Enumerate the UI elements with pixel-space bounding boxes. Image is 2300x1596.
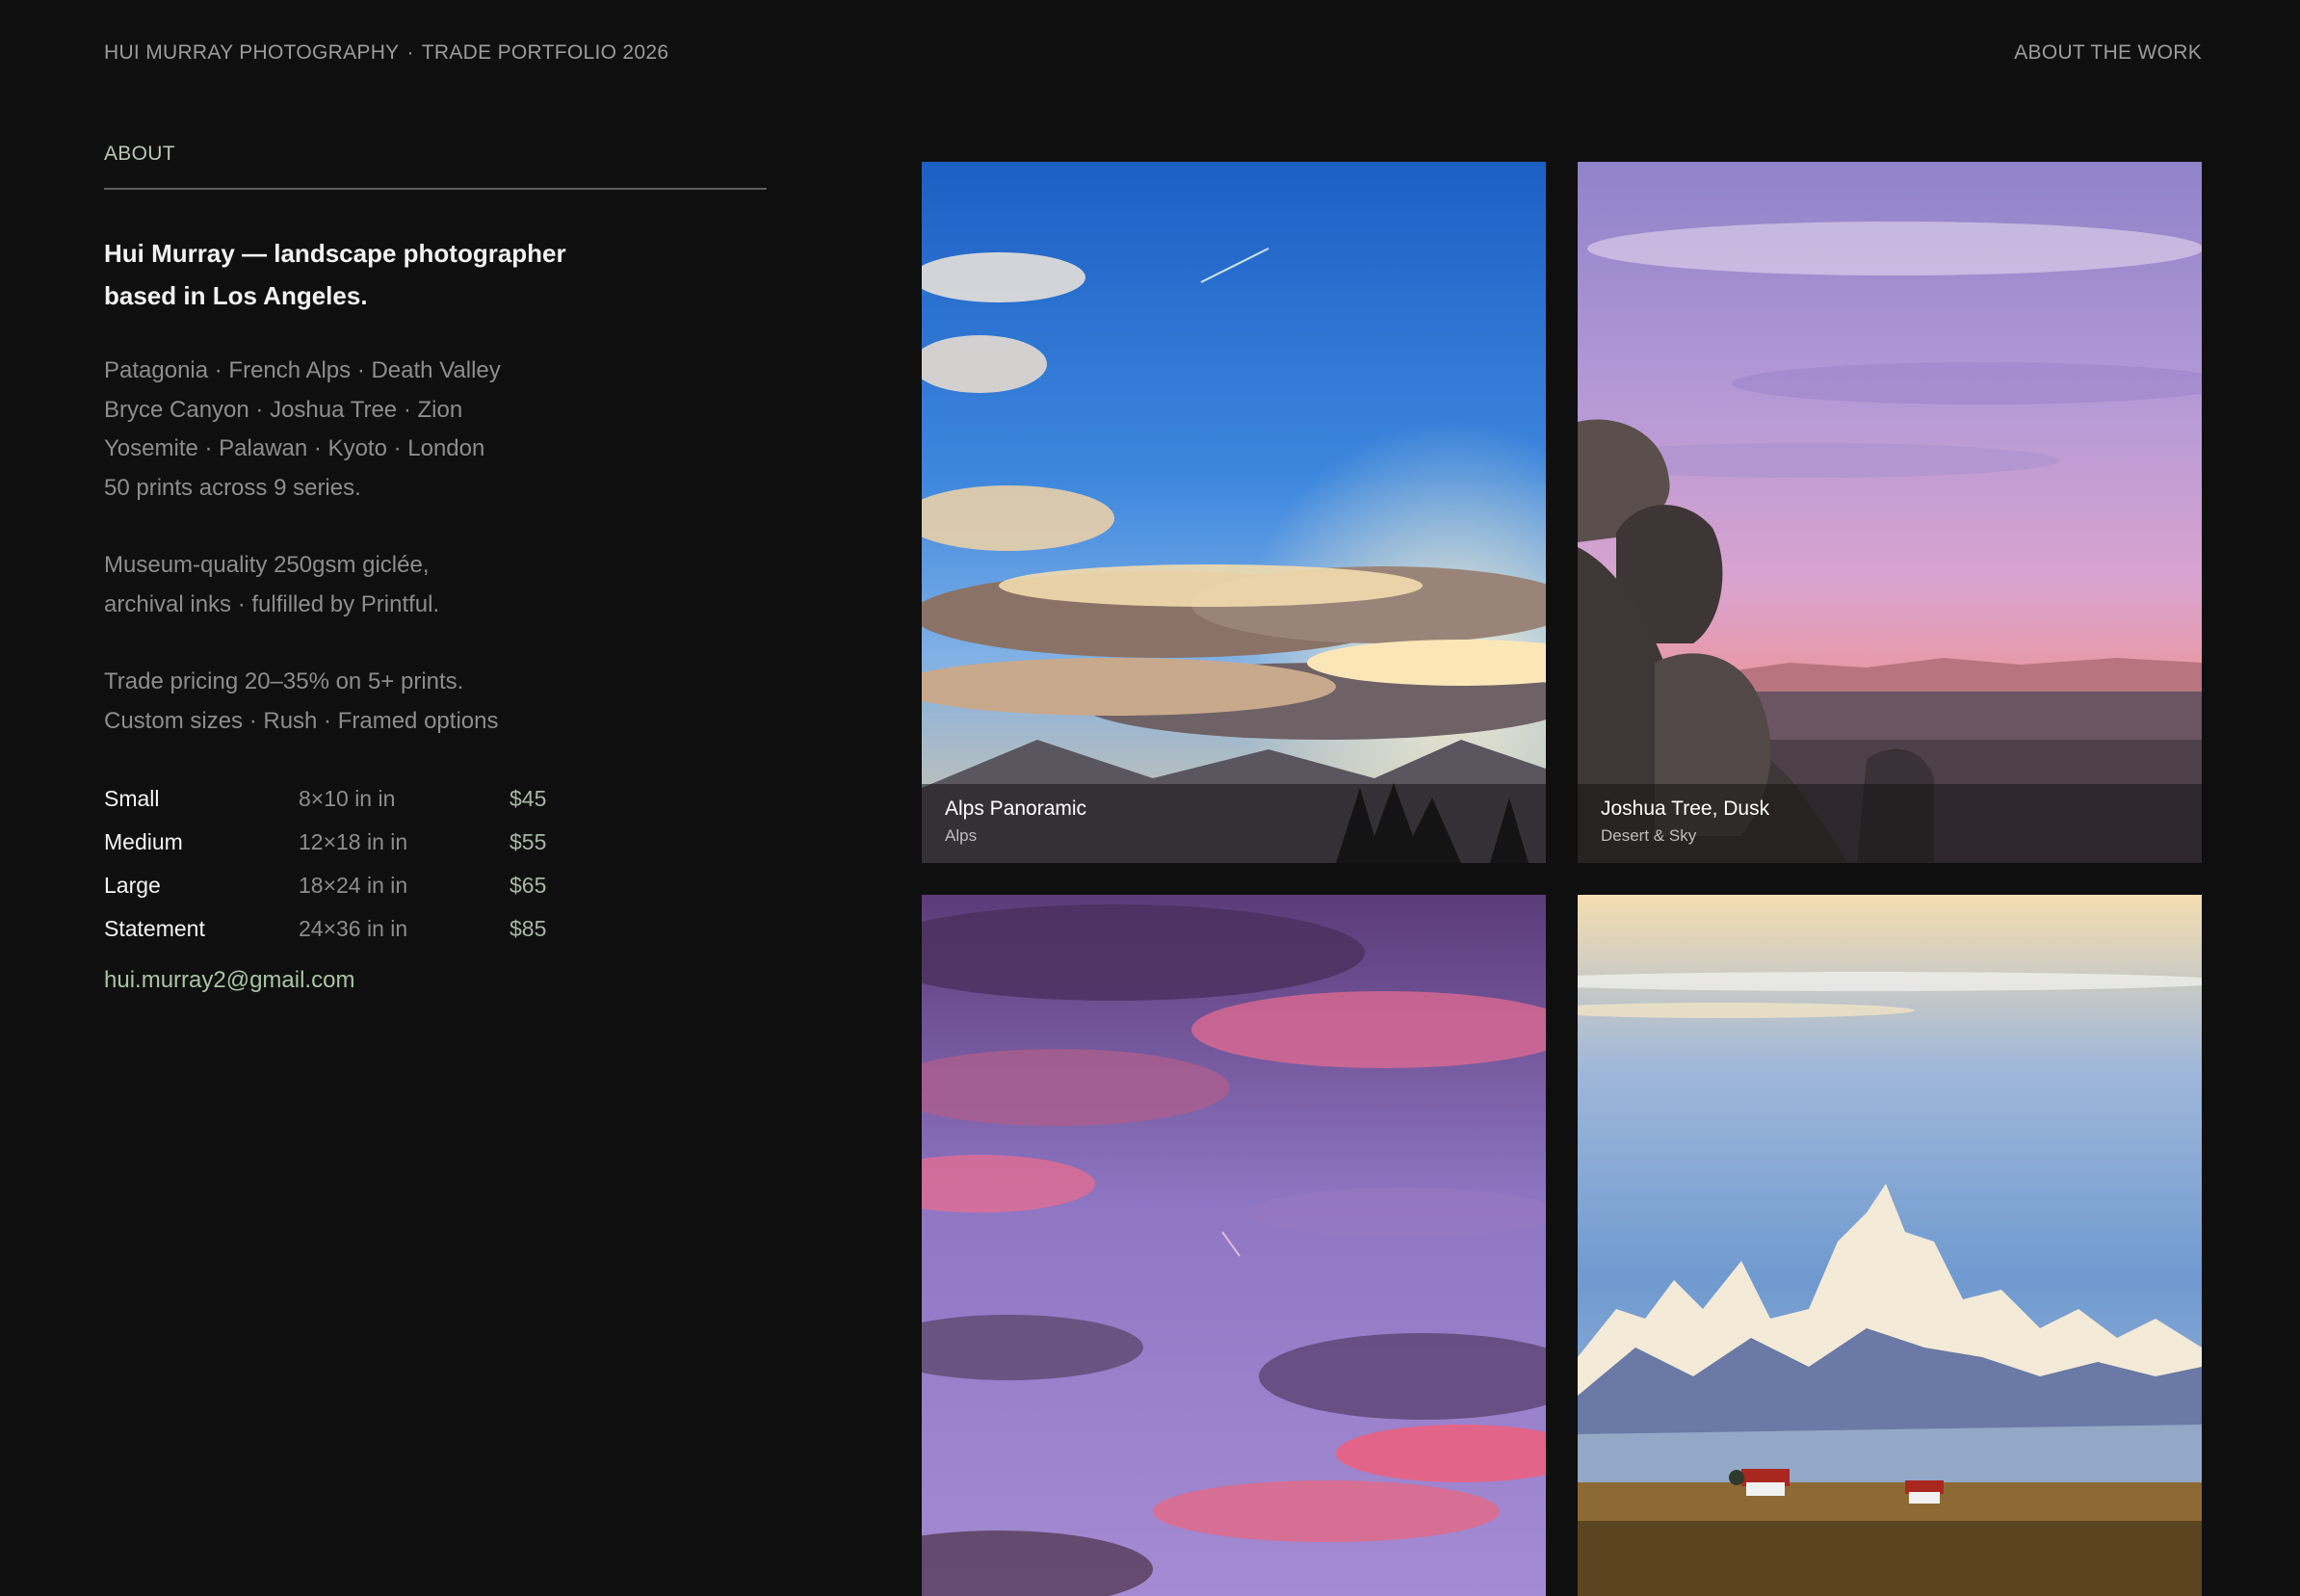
photo-series: Desert & Sky xyxy=(1601,826,1697,845)
location-line: Bryce Canyon · Joshua Tree · Zion xyxy=(104,396,463,423)
materials-text: Museum-quality 250gsm giclée, archival i… xyxy=(104,546,767,624)
email-link[interactable]: hui.murray2@gmail.com xyxy=(104,967,354,994)
gallery-tile-patagonia[interactable] xyxy=(1578,895,2202,1596)
about-label: ABOUT xyxy=(104,143,175,165)
brand-name[interactable]: HUI MURRAY PHOTOGRAPHY xyxy=(104,41,399,64)
bio-headline: Hui Murray — landscape photographer base… xyxy=(104,239,566,310)
print-dimensions: 8×10 in in xyxy=(299,786,396,811)
trade-line: Trade pricing 20–35% on 5+ prints. xyxy=(104,668,464,694)
photo-sunset-sky xyxy=(922,895,1546,1596)
about-sidebar: ABOUT Hui Murray — landscape photographe… xyxy=(104,143,767,994)
print-size-name: Small xyxy=(104,786,160,811)
location-line: 50 prints across 9 series. xyxy=(104,474,361,501)
photo-patagonia xyxy=(1578,895,2202,1596)
photo-caption: Joshua Tree, Dusk Desert & Sky xyxy=(1578,784,2202,863)
print-dimensions: 18×24 in in xyxy=(299,873,408,898)
site-header: HUI MURRAY PHOTOGRAPHY · TRADE PORTFOLIO 2… xyxy=(104,41,668,65)
header-separator: · xyxy=(406,41,414,64)
gallery-tile-sunset-sky[interactable] xyxy=(922,895,1546,1596)
price-row: Large 18×24 in in $65 xyxy=(104,864,767,907)
trade-text: Trade pricing 20–35% on 5+ prints. Custo… xyxy=(104,663,767,741)
photo-title: Joshua Tree, Dusk xyxy=(1601,798,1770,820)
portfolio-title: TRADE PORTFOLIO 2026 xyxy=(421,41,669,64)
trade-line: Custom sizes · Rush · Framed options xyxy=(104,707,499,734)
divider xyxy=(104,188,767,190)
photo-alps-panoramic xyxy=(922,162,1546,863)
photo-series: Alps xyxy=(945,826,978,845)
print-dimensions: 12×18 in in xyxy=(299,829,408,854)
print-price: $65 xyxy=(510,873,547,898)
location-line: Patagonia · French Alps · Death Valley xyxy=(104,357,501,383)
gallery-tile-joshua-tree-dusk[interactable]: Joshua Tree, Dusk Desert & Sky xyxy=(1578,162,2202,863)
print-size-name: Large xyxy=(104,873,161,898)
price-row: Medium 12×18 in in $55 xyxy=(104,821,767,864)
photo-joshua-tree-dusk xyxy=(1578,162,2202,863)
print-price: $55 xyxy=(510,829,547,854)
materials-line: archival inks · fulfilled by Printful. xyxy=(104,590,440,617)
gallery-tile-alps-panoramic[interactable]: Alps Panoramic Alps xyxy=(922,162,1546,863)
photo-caption: Alps Panoramic Alps xyxy=(922,784,1546,863)
locations-text: Patagonia · French Alps · Death Valley B… xyxy=(104,352,767,508)
materials-line: Museum-quality 250gsm giclée, xyxy=(104,552,430,578)
print-size-name: Medium xyxy=(104,829,183,854)
price-row: Statement 24×36 in in $85 xyxy=(104,907,767,951)
print-size-name: Statement xyxy=(104,916,205,941)
print-price: $45 xyxy=(510,786,547,811)
print-price: $85 xyxy=(510,916,547,941)
print-dimensions: 24×36 in in xyxy=(299,916,408,941)
price-table: Small 8×10 in in $45 Medium 12×18 in in … xyxy=(104,777,767,951)
photo-title: Alps Panoramic xyxy=(945,798,1087,820)
price-row: Small 8×10 in in $45 xyxy=(104,777,767,821)
location-line: Yosemite · Palawan · Kyoto · London xyxy=(104,435,485,461)
about-the-work-link[interactable]: ABOUT THE WORK xyxy=(2014,41,2202,65)
